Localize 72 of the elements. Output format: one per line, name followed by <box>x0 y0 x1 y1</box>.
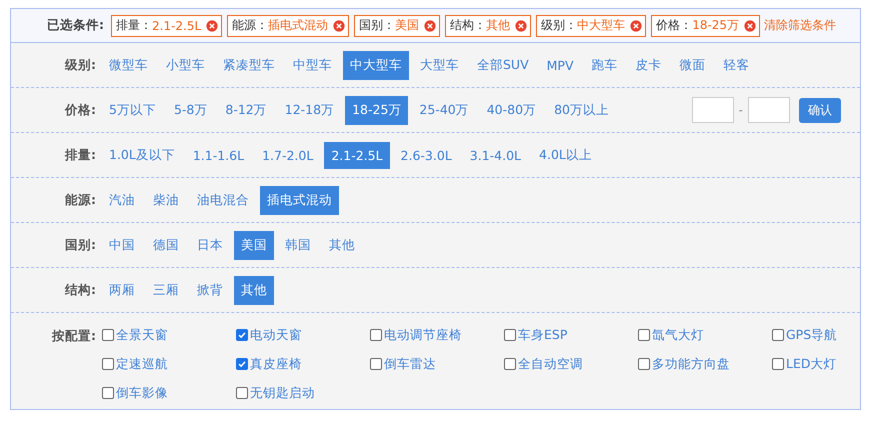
filter-option[interactable]: 美国 <box>234 230 274 260</box>
filter-option[interactable]: 微型车 <box>102 50 155 80</box>
checkbox-label[interactable]: 全自动空调 <box>518 356 583 372</box>
filter-option[interactable]: 两厢 <box>102 276 142 304</box>
filter-option[interactable]: 2.6-3.0L <box>394 142 459 168</box>
filter-option[interactable]: 全部SUV <box>470 50 536 80</box>
filter-option[interactable]: 5万以下 <box>102 96 163 124</box>
filter-chip[interactable]: 结构：其他 <box>445 14 532 36</box>
filter-option[interactable]: 轻客 <box>716 50 757 80</box>
checkbox-label[interactable]: 倒车影像 <box>116 384 168 402</box>
filter-option[interactable]: 跑车 <box>584 50 625 80</box>
filter-option[interactable]: 大型车 <box>413 50 466 80</box>
checkbox-label[interactable]: 多功能方向盘 <box>652 356 730 372</box>
checkbox-label[interactable]: LED大灯 <box>786 356 836 372</box>
filter-chip[interactable]: 排量：2.1-2.5L <box>111 14 222 36</box>
filter-option[interactable]: 2.1-2.5L <box>324 142 390 168</box>
filter-label: 排量: <box>64 146 96 164</box>
filter-option[interactable]: 4.0L以上 <box>532 140 599 170</box>
filter-option[interactable]: 掀背 <box>190 276 230 304</box>
filter-label: 按配置: <box>50 327 96 345</box>
filter-option[interactable]: 紧凑型车 <box>216 50 282 80</box>
filter-option[interactable]: 插电式混动 <box>260 186 339 214</box>
filter-option[interactable]: 德国 <box>146 230 186 260</box>
filter-option[interactable]: 8-12万 <box>218 96 274 124</box>
filter-chip[interactable]: 价格：18-25万 <box>651 14 760 36</box>
filter-option[interactable]: 80万以上 <box>547 96 616 124</box>
checkbox-label[interactable]: 倒车雷达 <box>384 356 436 372</box>
filter-chip[interactable]: 国别：美国 <box>354 14 440 36</box>
filter-option[interactable]: 皮卡 <box>628 50 669 80</box>
filter-option[interactable]: 18-25万 <box>345 96 408 124</box>
filter-label: 级别: <box>64 56 96 74</box>
filter-option[interactable]: 中国 <box>102 230 142 260</box>
filter-option[interactable]: 日本 <box>190 230 230 260</box>
filter-option[interactable]: 40-80万 <box>480 96 544 124</box>
filter-label: 结构: <box>64 282 96 298</box>
filter-option[interactable]: 中大型车 <box>343 50 409 80</box>
checkbox-label[interactable]: 全景天窗 <box>116 326 168 344</box>
confirm-button[interactable]: 确认 <box>799 98 841 122</box>
checkbox-label[interactable]: 氙气大灯 <box>652 326 704 344</box>
filter-chip[interactable]: 级别：中大型车 <box>536 14 646 36</box>
filter-label: 已选条件: <box>47 17 104 34</box>
filter-option[interactable]: 中型车 <box>286 50 339 80</box>
filter-option[interactable]: 12-18万 <box>278 96 342 124</box>
filter-option[interactable]: 小型车 <box>159 50 212 80</box>
filter-option[interactable]: 1.0L及以下 <box>102 140 182 170</box>
filter-option[interactable]: 微面 <box>672 50 713 80</box>
filter-option[interactable]: 1.1-1.6L <box>186 142 252 168</box>
filter-option[interactable]: 1.7-2.0L <box>255 142 320 168</box>
checkbox-label[interactable]: 电动调节座椅 <box>384 326 462 344</box>
filter-chip[interactable]: 能源：插电式混动 <box>227 14 350 36</box>
filter-option[interactable]: 油电混合 <box>190 186 256 214</box>
filter-option[interactable]: 汽油 <box>102 186 142 214</box>
filter-option[interactable]: 韩国 <box>278 230 318 260</box>
checkbox-label[interactable]: GPS导航 <box>786 326 838 344</box>
filter-option[interactable]: 三厢 <box>146 276 186 304</box>
filter-option[interactable]: 其他 <box>322 230 362 260</box>
range-separator: - <box>738 103 743 117</box>
filter-option[interactable]: MPV <box>540 52 581 78</box>
filter-option[interactable]: 5-8万 <box>166 96 214 124</box>
checkbox-label[interactable]: 真皮座椅 <box>250 356 302 372</box>
filter-option[interactable]: 25-40万 <box>412 96 476 124</box>
clear-filters-link[interactable]: 清除筛选条件 <box>764 17 836 34</box>
filter-label: 能源: <box>64 192 96 208</box>
checkbox-label[interactable]: 电动天窗 <box>250 326 302 344</box>
checkbox-label[interactable]: 定速巡航 <box>116 356 168 372</box>
filter-label: 价格: <box>64 102 96 118</box>
filter-option[interactable]: 柴油 <box>146 186 186 214</box>
filter-option[interactable]: 3.1-4.0L <box>462 142 528 168</box>
checkbox-label[interactable]: 无钥匙启动 <box>250 384 315 402</box>
filter-label: 国别: <box>64 236 96 254</box>
checkbox-label[interactable]: 车身ESP <box>518 326 568 344</box>
filter-option[interactable]: 其他 <box>234 276 274 304</box>
